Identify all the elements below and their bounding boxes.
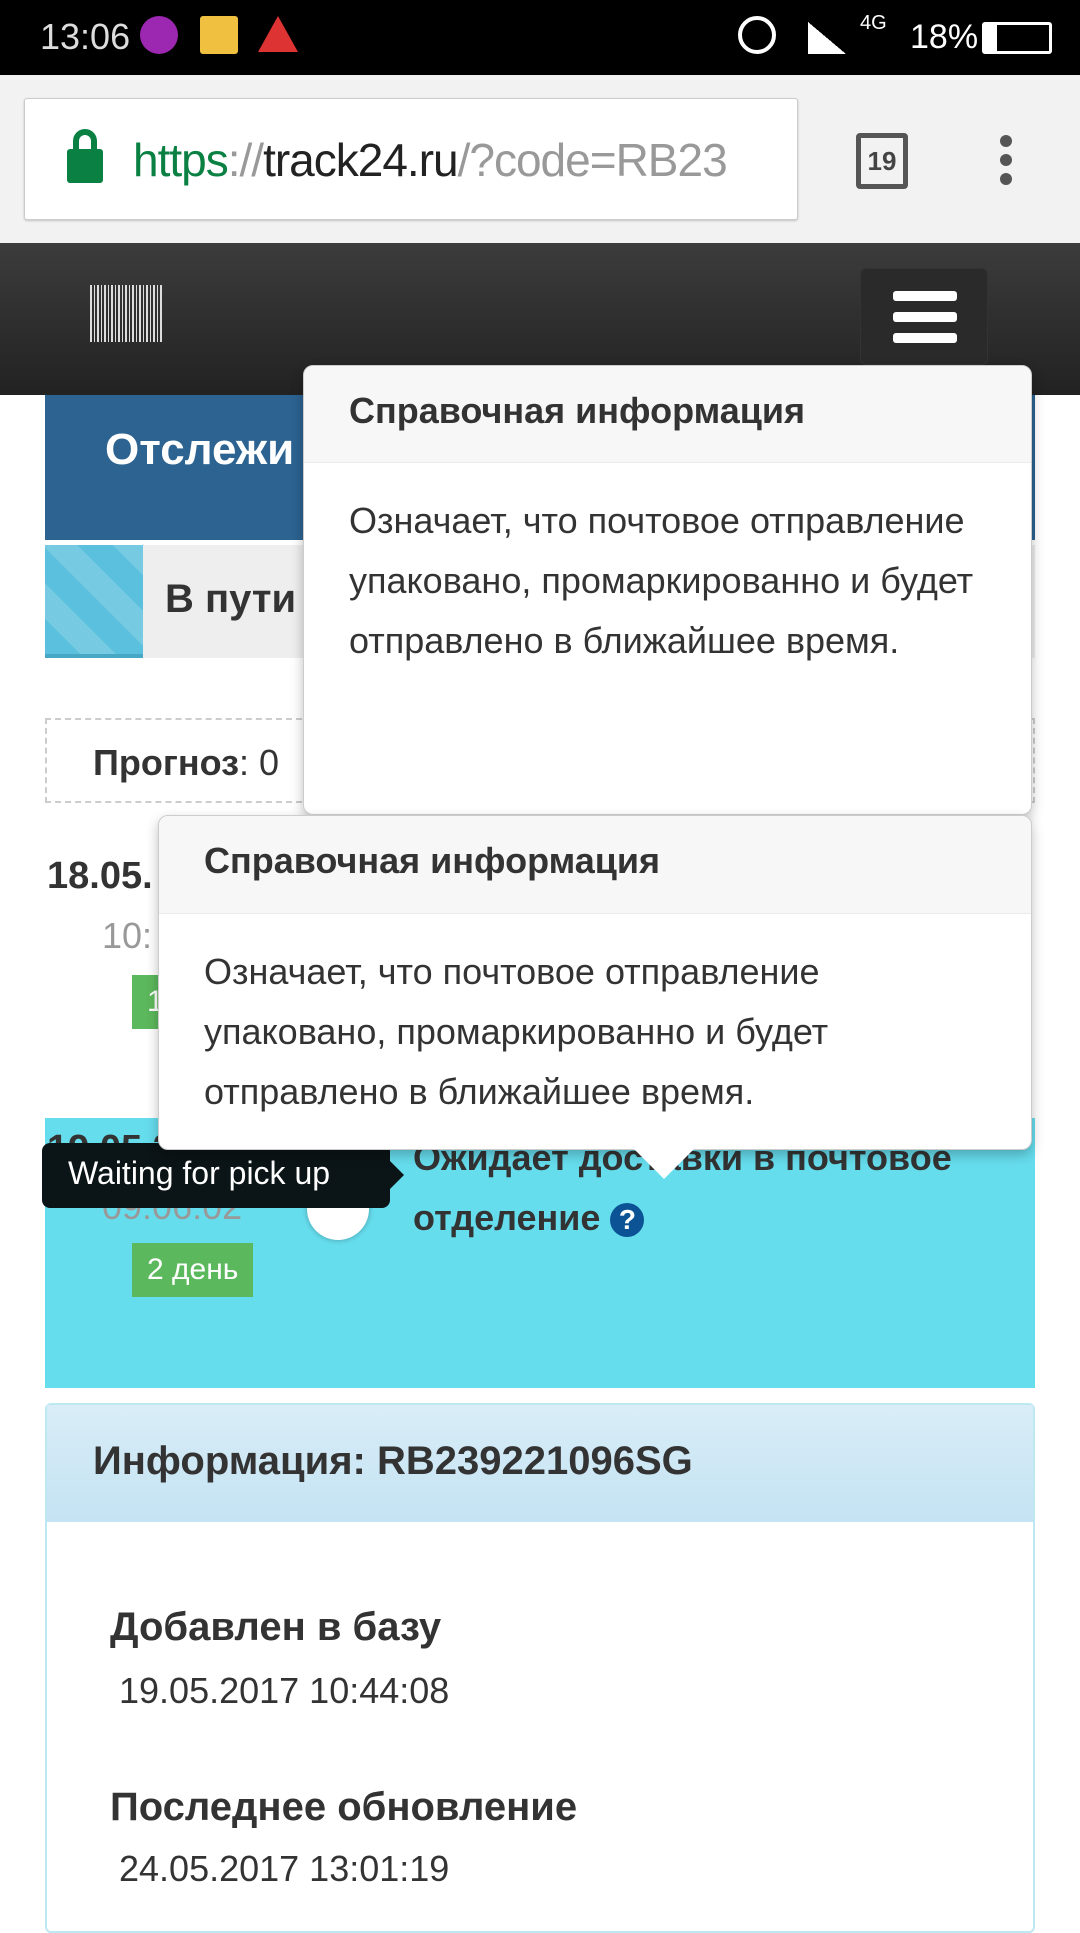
status-bar: 13:06 4G 18% <box>0 0 1080 75</box>
info-title: Информация: RB239221096SG <box>47 1405 1033 1522</box>
event-date: 18.05. <box>47 855 153 897</box>
url-host: track24.ru <box>263 134 459 186</box>
event-day-badge: 2 день <box>132 1243 254 1297</box>
updated-label: Последнее обновление <box>110 1785 578 1829</box>
lollipop-icon <box>140 16 178 54</box>
added-label: Добавлен в базу <box>110 1605 442 1649</box>
added-value: 19.05.2017 10:44:08 <box>119 1670 450 1711</box>
status-stripe <box>45 545 143 658</box>
signal-icon <box>808 22 846 54</box>
status-text: В пути <box>165 577 297 621</box>
url-bar[interactable]: https://track24.ru/?code=RB23 <box>24 98 798 220</box>
network-type: 4G <box>860 12 887 34</box>
battery-icon <box>982 22 1052 54</box>
tooltip: Waiting for pick up <box>42 1143 404 1208</box>
mail-icon <box>200 16 238 54</box>
popover-title: Справочная информация <box>159 816 1031 914</box>
info-panel: Информация: RB239221096SG Добавлен в баз… <box>45 1403 1035 1933</box>
help-popover: Справочная информация Означает, что почт… <box>303 365 1032 815</box>
url-scheme: https <box>133 134 229 186</box>
lock-shackle <box>73 129 97 155</box>
popover-title: Справочная информация <box>304 366 1031 463</box>
page-title: Отслежи <box>105 425 295 474</box>
battery-percent: 18% <box>910 18 979 56</box>
url-separator: :// <box>227 134 264 186</box>
tab-switcher-button[interactable]: 19 <box>856 133 908 189</box>
popover-body: Означает, что почтовое отправление упако… <box>204 951 829 1112</box>
help-popover: Справочная информация Означает, что почт… <box>158 815 1032 1179</box>
alarm-icon <box>738 16 776 54</box>
popover-body: Означает, что почтовое отправление упако… <box>349 500 974 661</box>
forecast-value: : 0 <box>239 742 280 783</box>
warning-icon <box>258 16 298 52</box>
forecast-label: Прогноз <box>93 742 240 783</box>
clock: 13:06 <box>40 16 131 57</box>
event-time: 10: <box>102 915 153 956</box>
url-path: /?code=RB23 <box>457 134 728 186</box>
updated-value: 24.05.2017 13:01:19 <box>119 1848 450 1889</box>
barcode-logo-icon[interactable] <box>90 285 162 342</box>
browser-toolbar: https://track24.ru/?code=RB23 19 <box>0 75 1080 243</box>
hamburger-menu-button[interactable] <box>860 268 988 365</box>
browser-menu-icon[interactable] <box>1000 135 1012 192</box>
help-icon[interactable]: ? <box>610 1203 645 1238</box>
